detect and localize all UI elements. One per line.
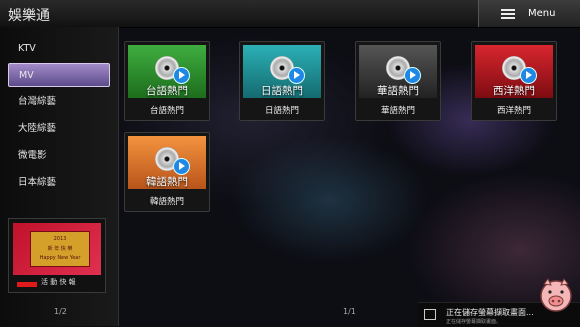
- hamburger-menu-icon: [501, 8, 515, 19]
- tile-japanese-hits[interactable]: 日語熱門 日語熱門: [239, 41, 325, 121]
- tile-caption: 日語熱門: [264, 106, 299, 116]
- tile-face: 台語熱門: [128, 45, 206, 98]
- tile-taiwanese-hits[interactable]: 台語熱門 台語熱門: [124, 41, 210, 121]
- promo-indicator: [17, 282, 37, 287]
- menu-label: Menu: [528, 8, 556, 19]
- tile-caption: 台語熱門: [149, 106, 184, 116]
- category-sidebar: KTV MV 台灣綜藝 大陸綜藝 微電影 日本綜藝 2013 新 年 快 樂 H…: [0, 27, 119, 326]
- play-icon: [404, 67, 421, 84]
- sidebar-item-mv[interactable]: MV: [8, 63, 110, 87]
- tile-caption: 韓語熱門: [149, 197, 184, 207]
- promo-image: 2013 新 年 快 樂 Happy New Year: [13, 223, 101, 275]
- tile-title: 台語熱門: [146, 85, 188, 97]
- tile-caption: 華語熱門: [380, 106, 415, 116]
- tile-korean-hits[interactable]: 韓語熱門 韓語熱門: [124, 132, 210, 212]
- promo-greeting-en: Happy New Year: [39, 255, 81, 261]
- sidebar-item-china-variety[interactable]: 大陸綜藝: [8, 117, 110, 141]
- menu-button[interactable]: Menu: [478, 0, 580, 27]
- promo-year: 2013: [53, 236, 67, 242]
- tile-face: 華語熱門: [359, 45, 437, 98]
- promo-banner[interactable]: 2013 新 年 快 樂 Happy New Year 活 動 快 報: [8, 218, 106, 293]
- tile-face: 西洋熱門: [475, 45, 553, 98]
- app-title: 娛樂通: [8, 8, 50, 24]
- toast-subtitle: 正在儲存螢幕擷取畫面。: [446, 319, 502, 325]
- tile-title: 華語熱門: [377, 85, 419, 97]
- promo-greeting: 新 年 快 樂: [47, 246, 73, 252]
- play-icon: [173, 158, 190, 175]
- play-icon: [173, 67, 190, 84]
- tile-title: 韓語熱門: [146, 176, 188, 188]
- tile-face: 日語熱門: [243, 45, 321, 98]
- tile-title: 日語熱門: [261, 85, 303, 97]
- tile-mandarin-hits[interactable]: 華語熱門 華語熱門: [355, 41, 441, 121]
- sidebar-item-micro-film[interactable]: 微電影: [8, 144, 110, 168]
- promo-pager: 1/2: [54, 307, 67, 316]
- sidebar-item-ktv[interactable]: KTV: [8, 37, 110, 61]
- promo-label: 活 動 快 報: [41, 278, 76, 286]
- image-icon: [424, 309, 436, 320]
- play-icon: [520, 67, 537, 84]
- tile-western-hits[interactable]: 西洋熱門 西洋熱門: [471, 41, 557, 121]
- tile-face: 韓語熱門: [128, 136, 206, 189]
- promo-card: 2013 新 年 快 樂 Happy New Year: [30, 231, 90, 267]
- pig-mascot-icon: [540, 278, 572, 312]
- top-bar: 娛樂通 Menu: [0, 0, 580, 28]
- tile-caption: 西洋熱門: [496, 106, 531, 116]
- sidebar-item-taiwan-variety[interactable]: 台灣綜藝: [8, 90, 110, 114]
- tile-title: 西洋熱門: [493, 85, 535, 97]
- play-icon: [288, 67, 305, 84]
- toast-title: 正在儲存螢幕擷取畫面...: [446, 308, 534, 317]
- sidebar-item-japan-variety[interactable]: 日本綜藝: [8, 171, 110, 195]
- grid-pager: 1/1: [343, 307, 356, 316]
